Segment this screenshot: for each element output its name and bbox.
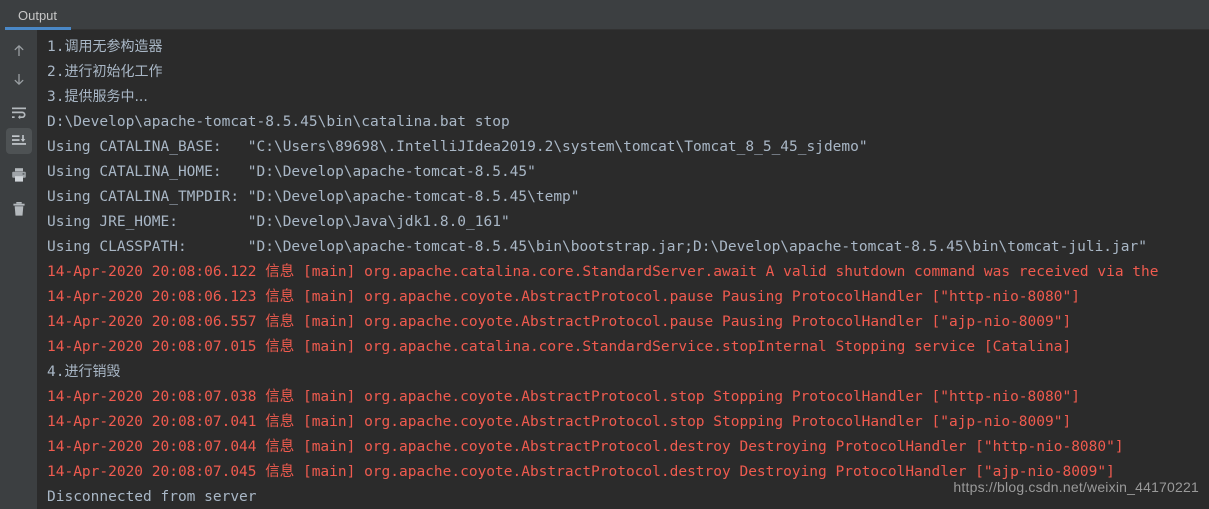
tab-bar: Output (0, 0, 1209, 30)
console-line-text: 调用无参构造器 (64, 39, 163, 55)
console-line: 2.进行初始化工作 (47, 60, 1209, 85)
console-line: 3.提供服务中... (47, 85, 1209, 110)
console-line: Using JRE_HOME: "D:\Develop\Java\jdk1.8.… (47, 214, 510, 230)
console-line: 1.调用无参构造器 (47, 35, 1209, 60)
console-line: 4.进行销毁 (47, 360, 1209, 385)
output-body: 1.调用无参构造器 2.进行初始化工作 3.提供服务中... D:\Develop\a… (0, 30, 1209, 509)
tab-output[interactable]: Output (0, 0, 72, 30)
console-line: Using CATALINA_HOME: "D:\Develop\apache-… (47, 164, 536, 180)
console-line: Using CATALINA_BASE: "C:\Users\89698\.In… (47, 139, 868, 155)
console-line: 14-Apr-2020 20:08:06.557 信息 [main] org.a… (47, 314, 1072, 330)
clear-all-button[interactable] (6, 196, 32, 222)
tab-bar-filler (71, 0, 1209, 30)
tab-output-label: Output (18, 7, 58, 23)
watermark-text: https://blog.csdn.net/weixin_44170221 (953, 479, 1199, 495)
scroll-to-end-button[interactable] (5, 128, 32, 154)
console-toolbar (0, 30, 37, 509)
console-line-text: 进行初始化工作 (64, 64, 163, 80)
print-icon (10, 166, 28, 184)
down-arrow-icon (11, 71, 27, 87)
console-line: 14-Apr-2020 20:08:07.041 信息 [main] org.a… (47, 414, 1072, 430)
up-arrow-icon (11, 43, 27, 59)
console-line-text: 提供服务中... (64, 89, 148, 105)
console-line: D:\Develop\apache-tomcat-8.5.45\bin\cata… (47, 114, 510, 130)
output-tool-window: Output 1.调用无参构造器 2.进行初始化工作 3.提供服务中... D:… (0, 0, 1209, 509)
console-line: 14-Apr-2020 20:08:07.038 信息 [main] org.a… (47, 389, 1080, 405)
scroll-down-button[interactable] (6, 66, 32, 92)
console-output[interactable]: 1.调用无参构造器 2.进行初始化工作 3.提供服务中... D:\Develop\a… (37, 30, 1209, 509)
print-button[interactable] (6, 162, 32, 188)
console-line: 14-Apr-2020 20:08:07.015 信息 [main] org.a… (47, 339, 1072, 355)
trash-icon (10, 200, 28, 218)
console-line: Using CLASSPATH: "D:\Develop\apache-tomc… (47, 239, 1147, 255)
console-line: 14-Apr-2020 20:08:07.044 信息 [main] org.a… (47, 439, 1124, 455)
console-line-number: 4. (47, 364, 65, 380)
console-line: 14-Apr-2020 20:08:06.123 信息 [main] org.a… (47, 289, 1080, 305)
soft-wrap-icon (10, 104, 28, 122)
console-line-number: 3. (47, 89, 65, 105)
console-line-number: 1. (47, 39, 65, 55)
scroll-to-end-icon (10, 132, 28, 150)
soft-wrap-button[interactable] (6, 100, 32, 126)
console-lines: 1.调用无参构造器 2.进行初始化工作 3.提供服务中... D:\Develop\a… (47, 35, 1209, 509)
console-line-text: 进行销毁 (64, 364, 121, 380)
console-line-number: 2. (47, 64, 65, 80)
console-line: 14-Apr-2020 20:08:06.122 信息 [main] org.a… (47, 264, 1159, 280)
console-line: Using CATALINA_TMPDIR: "D:\Develop\apach… (47, 189, 580, 205)
scroll-up-button[interactable] (6, 38, 32, 64)
